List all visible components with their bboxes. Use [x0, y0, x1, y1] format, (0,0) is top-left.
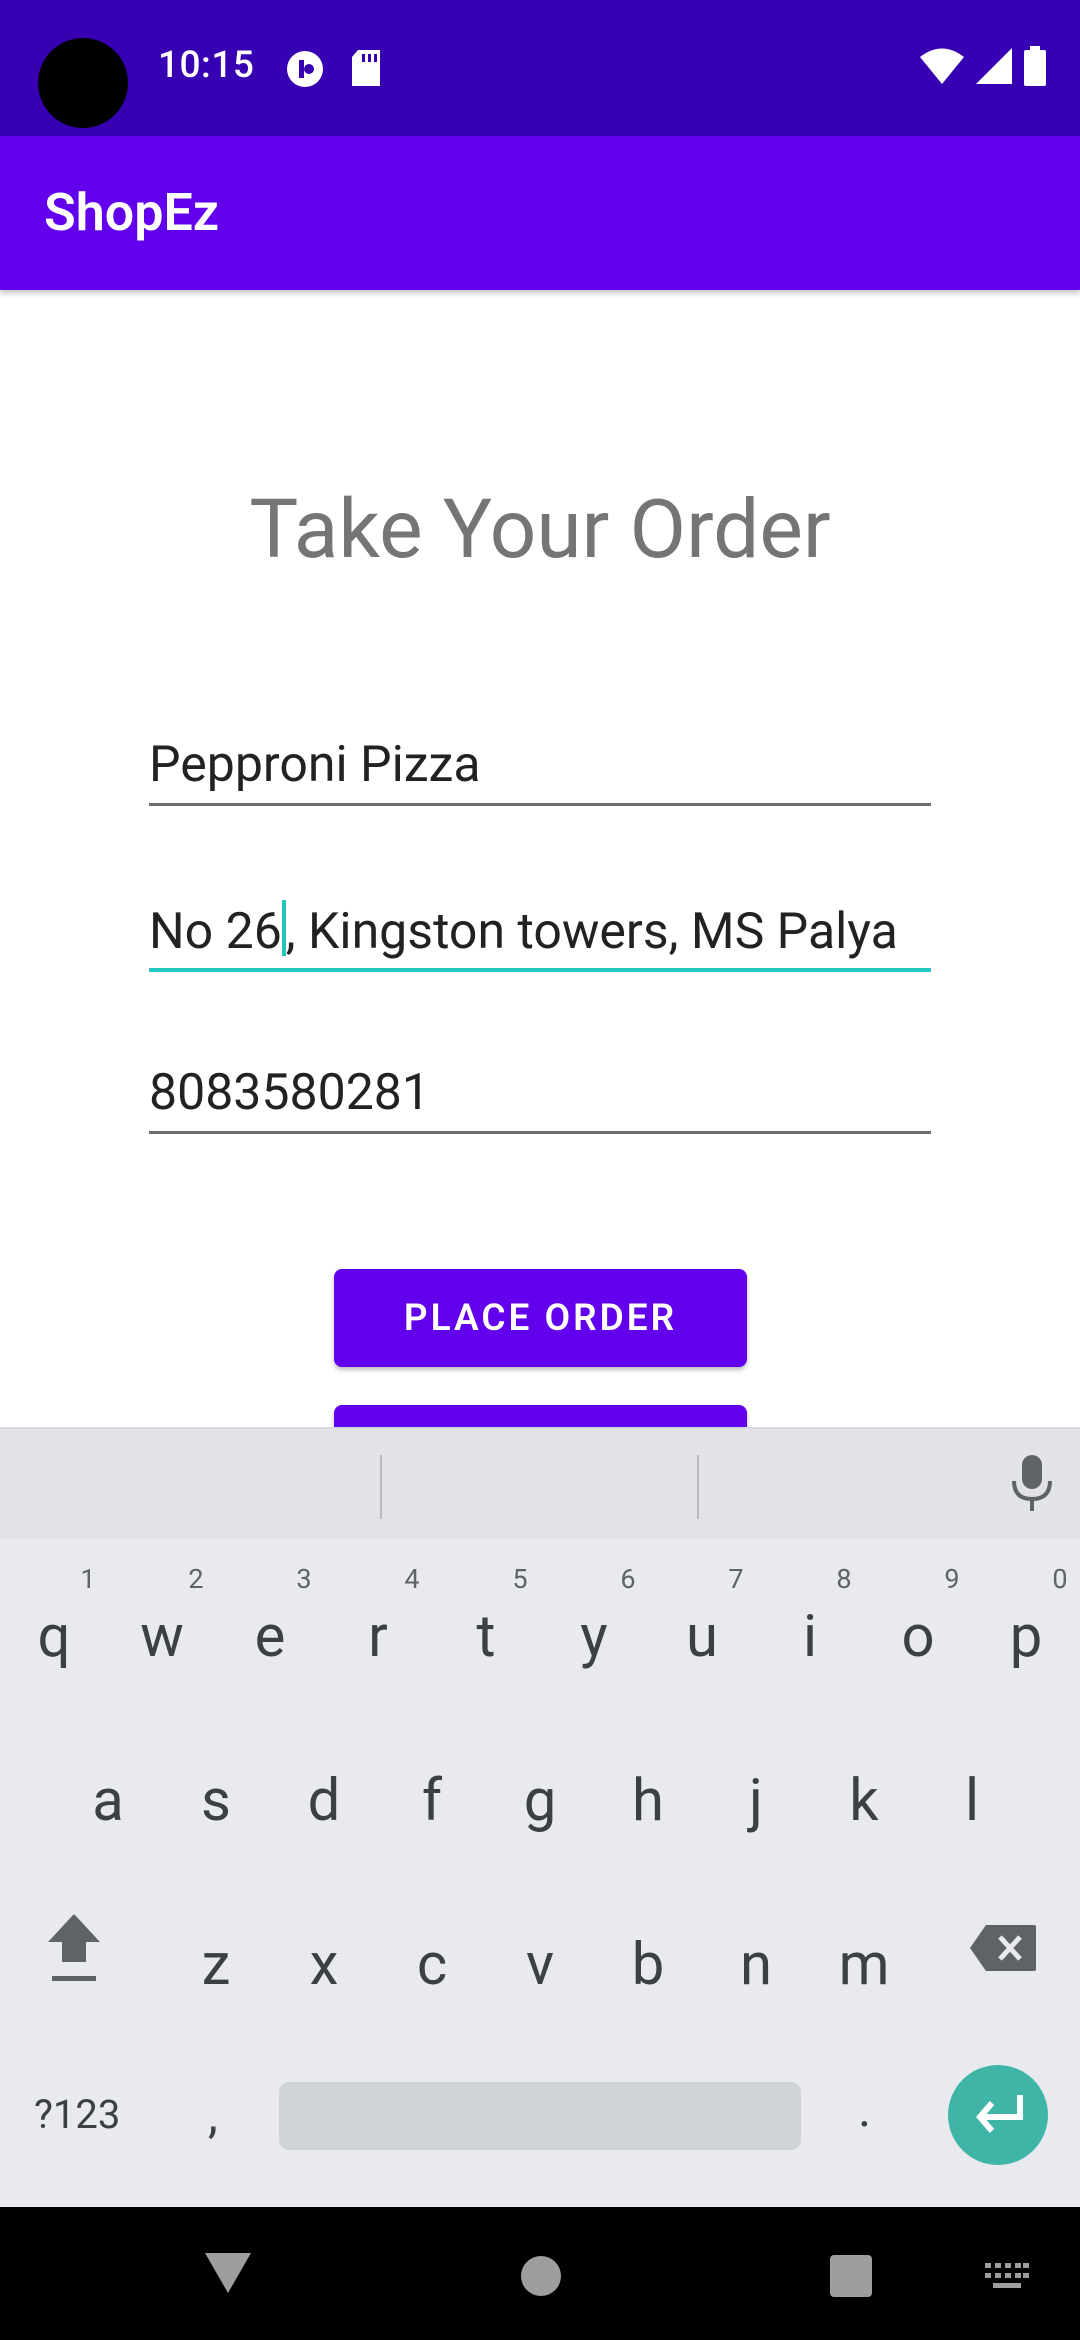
enter-key[interactable] [948, 2065, 1048, 2165]
space-key[interactable] [279, 2082, 801, 2150]
page-title: Take Your Order [249, 482, 831, 578]
comma-key[interactable]: , [208, 2087, 218, 2145]
key-j[interactable]: j [706, 1767, 806, 1835]
key-hint-2: 2 [188, 1563, 204, 1595]
suggestion-divider [697, 1455, 699, 1519]
key-c[interactable]: c [382, 1931, 482, 1999]
recents-icon[interactable] [830, 2255, 872, 2301]
key-q[interactable]: q [4, 1603, 104, 1671]
backspace-icon[interactable] [968, 1923, 1038, 1977]
key-hint-7: 7 [728, 1563, 744, 1595]
suggestion-divider [380, 1455, 382, 1519]
battery-icon [1024, 46, 1046, 90]
place-order-button[interactable]: PLACE ORDER [334, 1269, 747, 1367]
key-l[interactable]: l [922, 1767, 1022, 1835]
key-hint-3: 3 [296, 1563, 312, 1595]
key-m[interactable]: m [814, 1931, 914, 1999]
app-bar: ShopEz [0, 136, 1080, 290]
key-hint-9: 9 [944, 1563, 960, 1595]
period-key[interactable]: . [858, 2081, 871, 2139]
key-i[interactable]: i [760, 1603, 860, 1671]
symbols-key[interactable]: ?123 [34, 2091, 120, 2138]
status-right-icons [920, 46, 1046, 90]
cell-signal-icon [976, 48, 1012, 88]
key-z[interactable]: z [166, 1931, 266, 1999]
address-text-before-cursor: No 26 [149, 903, 282, 961]
key-t[interactable]: t [436, 1603, 536, 1671]
vpn-icon [286, 50, 324, 92]
wifi-icon [920, 48, 964, 88]
key-p[interactable]: p [976, 1603, 1076, 1671]
item-name-value: Pepproni Pizza [149, 736, 481, 794]
key-u[interactable]: u [652, 1603, 752, 1671]
enter-arrow-icon [976, 2095, 1023, 2133]
key-e[interactable]: e [220, 1603, 320, 1671]
back-icon[interactable] [205, 2253, 251, 2297]
key-hint-4: 4 [404, 1563, 420, 1595]
front-camera-cutout [38, 38, 128, 128]
soft-keyboard: q 1w 2e 3r 4t 5y 6u 7i 8o 9p 0 asdfghjkl zxcvbnm ?… [0, 1427, 1080, 2207]
key-s[interactable]: s [166, 1767, 266, 1835]
app-title: ShopEz [44, 182, 220, 243]
key-d[interactable]: d [274, 1767, 374, 1835]
key-y[interactable]: y [544, 1603, 644, 1671]
key-w[interactable]: w [112, 1603, 212, 1671]
key-hint-5: 5 [512, 1563, 528, 1595]
sd-card-icon [350, 50, 382, 90]
address-value: No 26, Kingston towers, MS Palya [149, 900, 898, 961]
key-k[interactable]: k [814, 1767, 914, 1835]
system-navigation-bar [0, 2207, 1080, 2340]
key-hint-8: 8 [836, 1563, 852, 1595]
key-x[interactable]: x [274, 1931, 374, 1999]
key-b[interactable]: b [598, 1931, 698, 1999]
key-a[interactable]: a [58, 1767, 158, 1835]
key-r[interactable]: r [328, 1603, 428, 1671]
key-f[interactable]: f [382, 1767, 482, 1835]
suggestion-bar [0, 1429, 1080, 1539]
shift-icon[interactable] [44, 1910, 104, 1994]
key-n[interactable]: n [706, 1931, 806, 1999]
key-h[interactable]: h [598, 1767, 698, 1835]
key-v[interactable]: v [490, 1931, 590, 1999]
key-hint-6: 6 [620, 1563, 636, 1595]
microphone-icon[interactable] [1010, 1453, 1054, 1517]
key-hint-0: 0 [1052, 1563, 1068, 1595]
address-text-after-cursor: , Kingston towers, MS Palya [285, 903, 898, 961]
keyboard-switch-icon[interactable] [985, 2263, 1029, 2297]
key-o[interactable]: o [868, 1603, 968, 1671]
key-g[interactable]: g [490, 1767, 590, 1835]
home-icon[interactable] [520, 2255, 562, 2301]
phone-value: 8083580281 [149, 1064, 431, 1122]
key-hint-1: 1 [80, 1563, 96, 1595]
status-time: 10:15 [158, 44, 255, 87]
status-bar: 10:15 [0, 0, 1080, 136]
